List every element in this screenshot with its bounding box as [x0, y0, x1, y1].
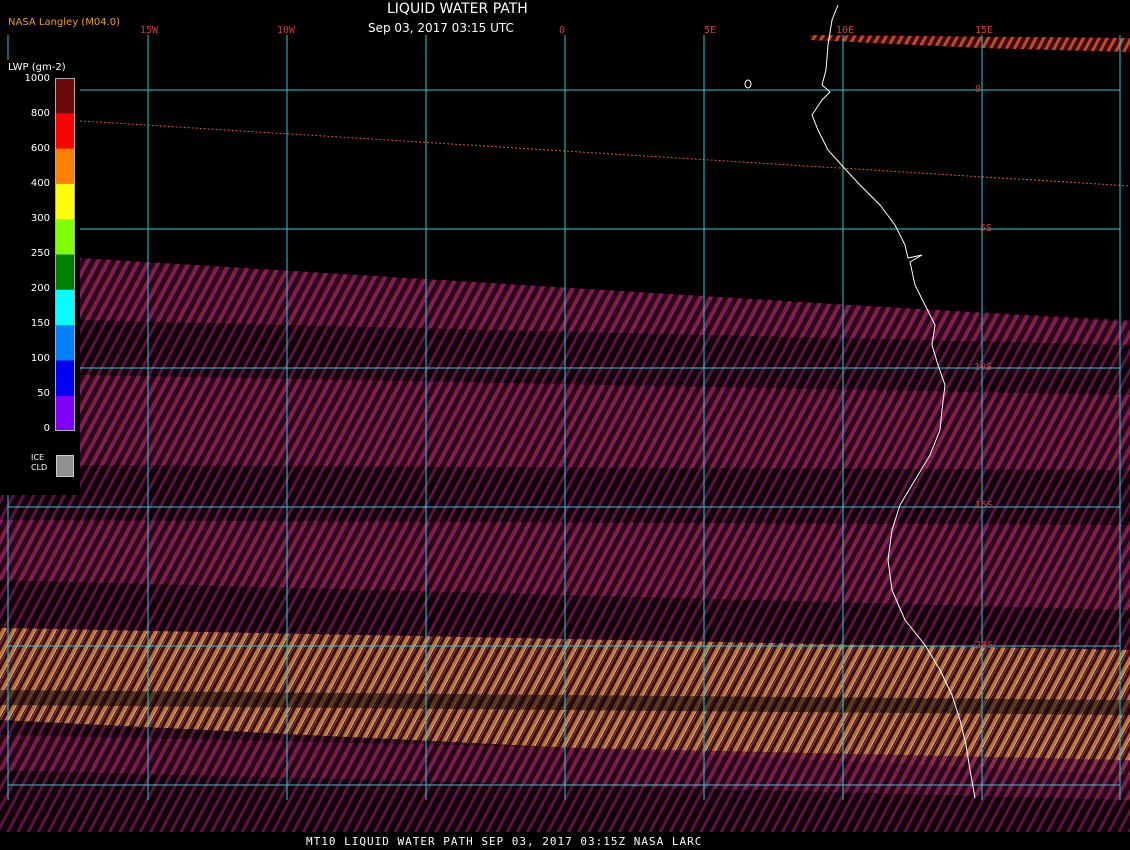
- lat-label-20s: 20S: [975, 640, 994, 651]
- legend-color-segment: [56, 219, 74, 255]
- legend-tick-label: 250: [30, 248, 50, 259]
- lon-label-15w: 15W: [140, 25, 159, 36]
- color-legend: LWP (gm-2) 1000 800 600 400 300 250 200 150 100 5…: [0, 60, 80, 495]
- credit-label: NASA Langley (M04.0): [8, 17, 120, 28]
- island-outline: [744, 79, 752, 89]
- legend-tick-label: 100: [30, 353, 50, 364]
- lon-label-5e: 5E: [704, 25, 717, 36]
- legend-tick-label: 400: [30, 178, 50, 189]
- legend-color-segment: [56, 289, 74, 326]
- map-canvas: LIQUID WATER PATH Sep 03, 2017 03:15 UTC…: [0, 0, 1130, 850]
- legend-tick-label: 150: [30, 318, 50, 329]
- lwp-map: [0, 4, 1130, 850]
- map-title: LIQUID WATER PATH: [387, 1, 528, 17]
- legend-color-segment: [56, 183, 74, 220]
- lon-label-0: 0: [559, 25, 566, 36]
- legend-color-segment: [56, 148, 74, 185]
- legend-color-segment: [56, 325, 74, 361]
- lat-label-10s: 10S: [974, 362, 993, 373]
- lat-label-15s: 15S: [975, 500, 994, 511]
- ice-label-bottom: CLD: [31, 463, 48, 472]
- legend-color-segment: [56, 395, 74, 431]
- legend-tick-label: 600: [30, 143, 50, 154]
- lon-label-15e: 15E: [975, 25, 994, 36]
- legend-tick-label: 300: [30, 213, 50, 224]
- legend-tick-label: 0: [43, 423, 50, 434]
- ice-label-top: ICE: [31, 453, 44, 462]
- map-timestamp: Sep 03, 2017 03:15 UTC: [368, 21, 514, 35]
- legend-title: LWP (gm-2): [8, 62, 66, 73]
- legend-color-segment: [56, 113, 74, 150]
- legend-tick-label: 200: [30, 283, 50, 294]
- legend-color-segment: [56, 78, 74, 114]
- lat-label-0: 0: [975, 84, 982, 95]
- legend-tick-label: 800: [30, 108, 50, 119]
- legend-tick-label: 1000: [24, 73, 50, 84]
- lat-label-5s: 5S: [980, 223, 993, 234]
- lon-label-10w: 10W: [277, 25, 296, 36]
- footer-caption: MT10 LIQUID WATER PATH SEP 03, 2017 03:1…: [306, 835, 703, 848]
- lon-label-10e: 10E: [836, 25, 855, 36]
- ice-cloud-swatch: [56, 455, 74, 477]
- legend-colorbar: [55, 78, 75, 431]
- cloud-swath-top: [810, 35, 1130, 52]
- legend-tick-label: 50: [37, 388, 50, 399]
- legend-color-segment: [56, 360, 74, 397]
- legend-color-segment: [56, 254, 74, 291]
